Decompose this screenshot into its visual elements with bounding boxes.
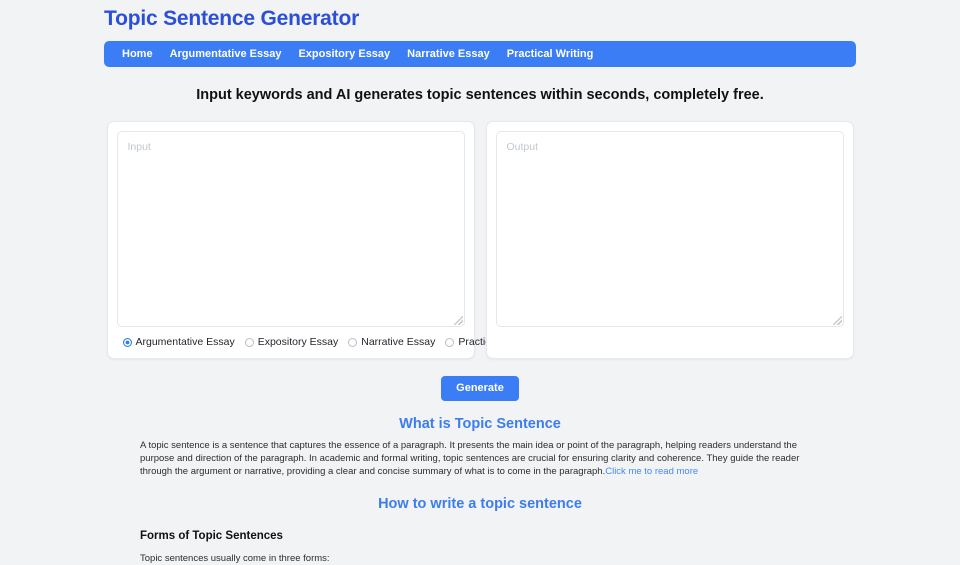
radio-label: Narrative Essay (361, 336, 436, 348)
output-textarea[interactable] (495, 131, 844, 327)
tagline: Input keywords and AI generates topic se… (196, 87, 764, 103)
article-content: What is Topic Sentence A topic sentence … (130, 401, 830, 565)
radio-label: Argumentative Essay (135, 336, 235, 348)
output-panel (485, 121, 854, 359)
input-panel: Argumentative Essay Expository Essay Nar… (106, 121, 534, 359)
input-textarea-wrapper (116, 131, 465, 327)
editor-panels: Argumentative Essay Expository Essay Nar… (0, 121, 960, 359)
input-textarea[interactable] (116, 131, 465, 327)
paragraph-text: A topic sentence is a sentence that capt… (140, 440, 800, 478)
radio-option-expository-essay[interactable]: Expository Essay (244, 336, 339, 348)
how-to-write-heading: How to write a topic sentence (378, 495, 582, 512)
what-is-topic-sentence-paragraph: A topic sentence is a sentence that capt… (130, 433, 830, 479)
page-title: Topic Sentence Generator (104, 7, 360, 30)
nav-item-narrative-essay[interactable]: Narrative Essay (407, 41, 490, 67)
generate-button[interactable]: Generate (441, 376, 519, 401)
nav-item-home[interactable]: Home (122, 41, 153, 67)
radio-indicator-icon[interactable] (348, 337, 358, 347)
generate-button-row: Generate (0, 376, 960, 401)
forms-of-topic-sentences-heading: Forms of Topic Sentences (140, 529, 283, 542)
output-textarea-wrapper (495, 131, 844, 327)
nav-item-argumentative-essay[interactable]: Argumentative Essay (170, 41, 282, 67)
radio-indicator-icon[interactable] (445, 337, 455, 347)
nav-item-expository-essay[interactable]: Expository Essay (298, 41, 390, 67)
nav-item-practical-writing[interactable]: Practical Writing (507, 41, 594, 67)
radio-indicator-icon[interactable] (122, 337, 132, 347)
radio-label: Expository Essay (257, 336, 339, 348)
radio-option-argumentative-essay[interactable]: Argumentative Essay (122, 336, 235, 348)
forms-of-topic-sentences-paragraph: Topic sentences usually come in three fo… (140, 552, 330, 564)
read-more-link[interactable]: Click me to read more (605, 466, 698, 477)
what-is-topic-sentence-heading: What is Topic Sentence (399, 416, 561, 432)
page-root: Topic Sentence Generator Home Argumentat… (0, 0, 960, 564)
radio-option-narrative-essay[interactable]: Narrative Essay (348, 336, 435, 348)
main-navigation: Home Argumentative Essay Expository Essa… (104, 41, 856, 67)
essay-type-radio-group: Argumentative Essay Expository Essay Nar… (117, 327, 534, 348)
radio-indicator-icon[interactable] (244, 337, 254, 347)
